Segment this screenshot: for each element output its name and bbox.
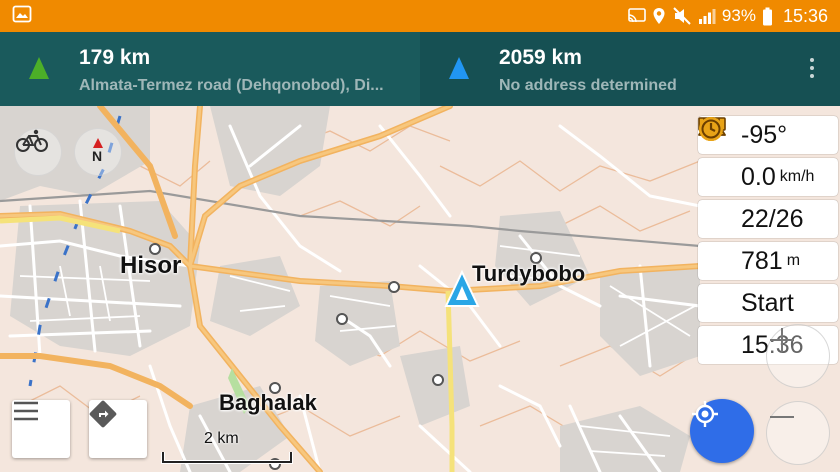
mute-icon <box>672 7 692 25</box>
widget-gps[interactable]: 22/26 <box>698 117 838 238</box>
clock-icon <box>699 117 734 359</box>
widget-altitude-value: 781 <box>741 246 783 275</box>
compass-button[interactable]: N <box>74 128 122 176</box>
navigation-route-button[interactable] <box>89 400 147 458</box>
status-time: 15:36 <box>782 5 828 26</box>
map-scale: 2 km <box>160 430 294 466</box>
location-icon <box>652 7 666 25</box>
cycling-profile-button[interactable] <box>14 128 62 176</box>
menu-button[interactable] <box>12 400 70 458</box>
cast-icon <box>628 8 646 24</box>
widget-distance-value: Start <box>741 288 794 317</box>
gps-signal-icon <box>699 117 734 233</box>
widget-compass-value: -95° <box>741 120 788 149</box>
widget-altitude-unit: m <box>786 252 801 269</box>
ruler-icon <box>698 117 734 317</box>
map-view[interactable]: Hisor Turdybobo Baghalak N -95° 0.0 km/h <box>0 106 840 472</box>
target-1-arrow-icon <box>28 56 50 85</box>
widget-altitude[interactable]: 781 m <box>698 118 838 280</box>
widget-speed-value: 0.0 <box>741 162 776 191</box>
altitude-icon <box>698 118 734 275</box>
my-location-button[interactable] <box>690 399 754 463</box>
status-bar: 93% 15:36 <box>0 0 840 32</box>
target-1-distance: 179 km <box>79 46 151 69</box>
battery-percent: 93% <box>721 6 756 25</box>
more-vertical-icon[interactable] <box>810 58 816 78</box>
target-2-arrow-icon <box>448 56 470 85</box>
gallery-icon <box>12 5 32 28</box>
zoom-in-button[interactable] <box>766 324 830 388</box>
target-2-panel[interactable]: 2059 km No address determined <box>420 32 840 106</box>
compass-letter: N <box>92 148 103 164</box>
target-1-panel[interactable]: 179 km Almata-Termez road (Dehqonobod), … <box>0 32 420 106</box>
place-label-turdybobo: Turdybobo <box>472 261 586 286</box>
widget-distance[interactable]: Start <box>698 117 838 322</box>
navigation-header: 179 km Almata-Termez road (Dehqonobod), … <box>0 32 840 106</box>
widget-speed[interactable]: 0.0 km/h <box>698 117 838 196</box>
target-1-address: Almata-Termez road (Dehqonobod), Di... <box>79 77 384 94</box>
target-2-distance: 2059 km <box>499 46 582 69</box>
speed-icon <box>699 117 734 191</box>
signal-icon <box>698 8 716 24</box>
battery-icon <box>762 7 773 26</box>
target-2-address: No address determined <box>499 77 677 94</box>
place-label-baghalak: Baghalak <box>219 390 317 415</box>
widget-gps-value: 22/26 <box>741 204 804 233</box>
zoom-out-button[interactable] <box>766 401 830 465</box>
widget-speed-unit: km/h <box>779 168 815 185</box>
compass-north-icon: N <box>86 136 110 168</box>
place-label-hisor: Hisor <box>120 252 182 279</box>
